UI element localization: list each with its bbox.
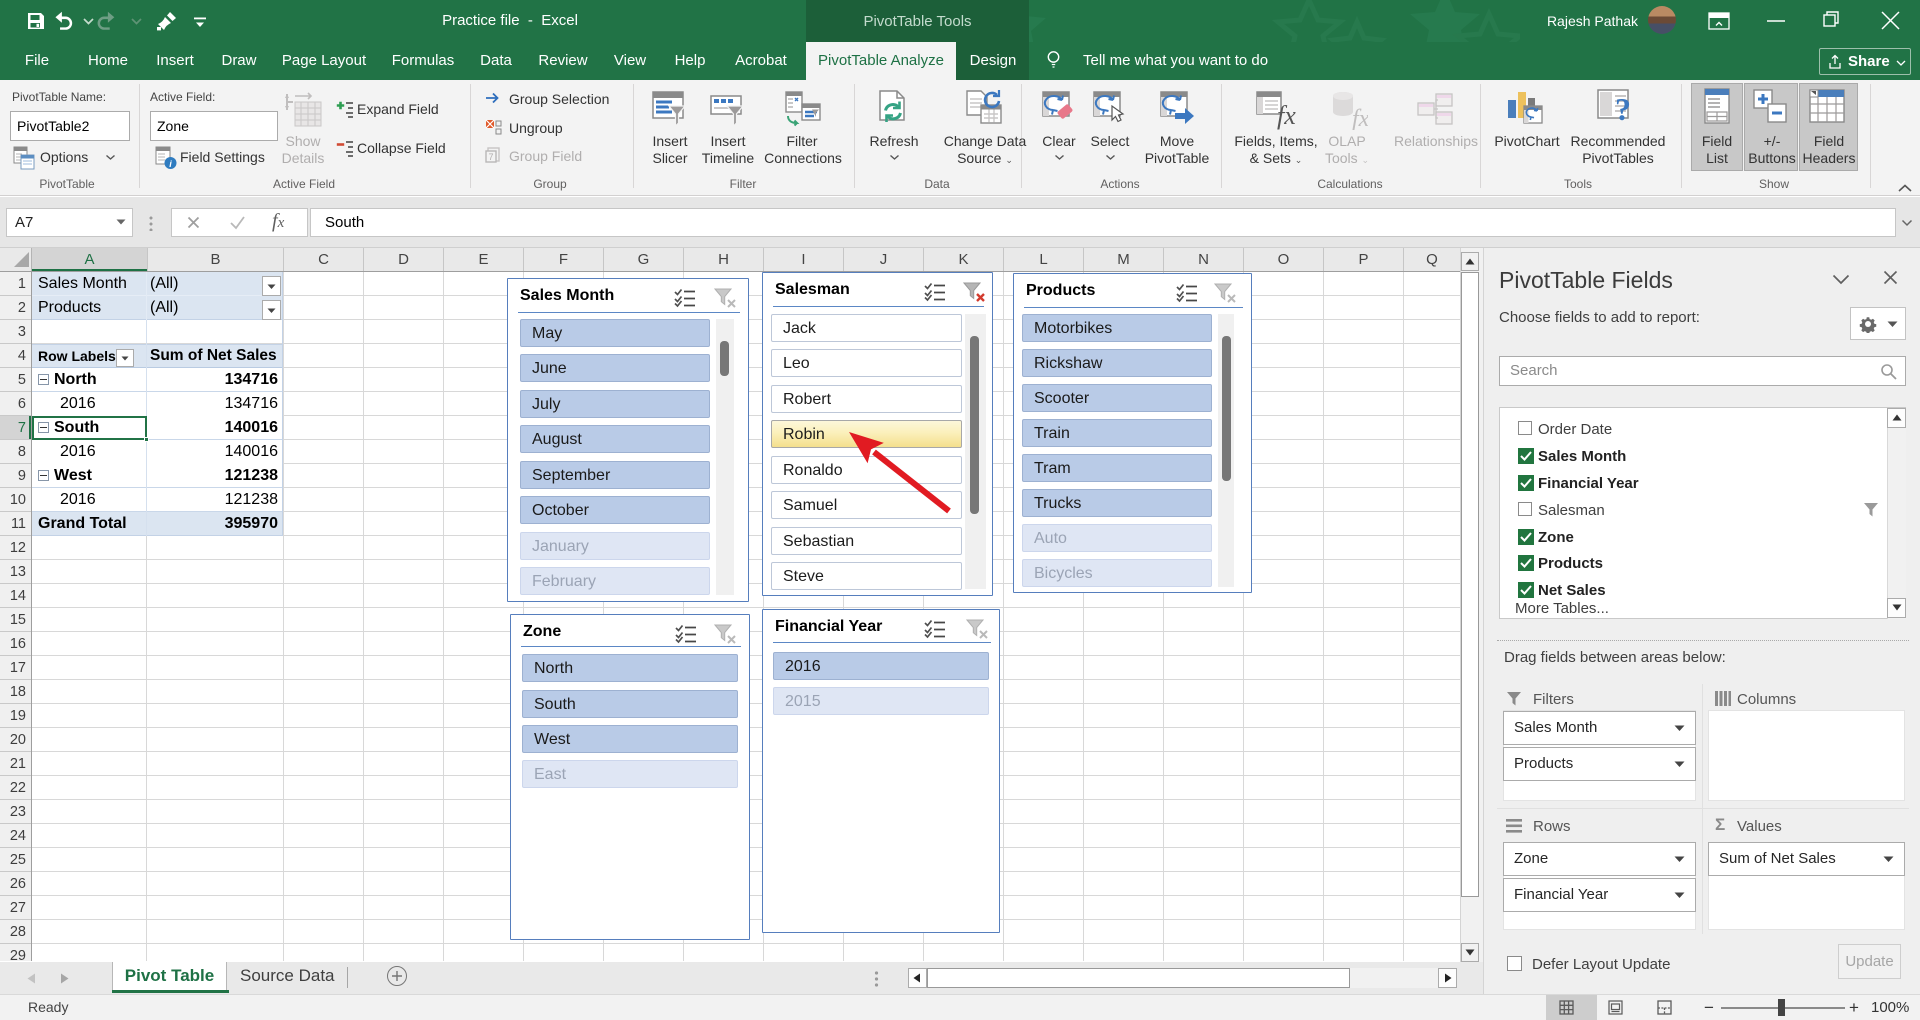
svg-text:fx: fx: [1277, 101, 1296, 130]
svg-text:7: 7: [488, 152, 493, 162]
svg-text:fx: fx: [1352, 106, 1368, 130]
svg-text:?: ?: [1615, 91, 1631, 127]
